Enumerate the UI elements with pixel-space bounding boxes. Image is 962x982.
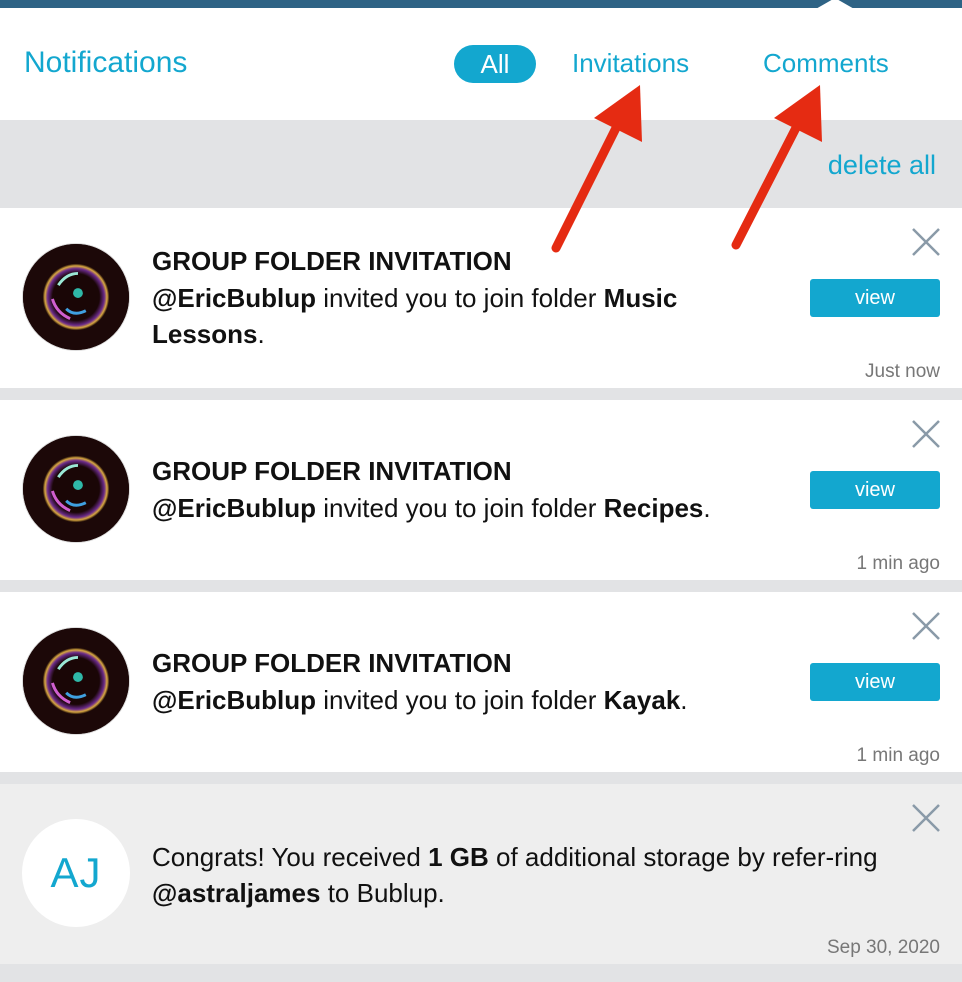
notification-text: @EricBublup invited you to join folder K… bbox=[152, 685, 688, 715]
view-button[interactable]: view bbox=[810, 663, 940, 701]
avatar: AJ bbox=[22, 819, 130, 927]
notifications-panel: Notifications All Invitations Comments d… bbox=[0, 8, 962, 982]
notification-time: 1 min ago bbox=[856, 553, 940, 574]
close-icon[interactable] bbox=[909, 609, 943, 643]
notification-text: @EricBublup invited you to join folder M… bbox=[152, 283, 678, 349]
notification-text: Congrats! You received 1 GB of additiona… bbox=[152, 842, 878, 908]
notification-title: GROUP FOLDER INVITATION bbox=[152, 456, 512, 486]
notification-time: 1 min ago bbox=[856, 745, 940, 766]
bubble-avatar-icon bbox=[22, 243, 130, 351]
view-button[interactable]: view bbox=[810, 279, 940, 317]
notification-user[interactable]: @EricBublup bbox=[152, 493, 316, 523]
notification-item: AJ Congrats! You received 1 GB of additi… bbox=[0, 784, 962, 964]
notification-item: GROUP FOLDER INVITATION @EricBublup invi… bbox=[0, 208, 962, 388]
notification-user[interactable]: @astraljames bbox=[152, 878, 320, 908]
bubble-avatar-icon bbox=[22, 435, 130, 543]
panel-title: Notifications bbox=[24, 46, 188, 79]
notification-folder: Kayak bbox=[603, 685, 681, 715]
notification-user[interactable]: @EricBublup bbox=[152, 283, 316, 313]
bubble-avatar-icon bbox=[22, 627, 130, 735]
notification-folder: Recipes bbox=[603, 493, 704, 523]
tab-comments[interactable]: Comments bbox=[763, 48, 889, 79]
delete-all-link[interactable]: delete all bbox=[828, 150, 936, 181]
close-icon[interactable] bbox=[909, 225, 943, 259]
notification-title: GROUP FOLDER INVITATION bbox=[152, 246, 512, 276]
notification-title: GROUP FOLDER INVITATION bbox=[152, 648, 512, 678]
popover-caret bbox=[814, 0, 856, 10]
tab-invitations[interactable]: Invitations bbox=[572, 48, 689, 79]
notification-item: GROUP FOLDER INVITATION @EricBublup invi… bbox=[0, 592, 962, 772]
notification-time: Just now bbox=[865, 361, 940, 382]
close-icon[interactable] bbox=[909, 801, 943, 835]
tab-all[interactable]: All bbox=[454, 45, 536, 83]
notification-time: Sep 30, 2020 bbox=[826, 937, 940, 958]
notification-user[interactable]: @EricBublup bbox=[152, 685, 316, 715]
storage-amount: 1 GB bbox=[428, 842, 489, 872]
panel-header: Notifications All Invitations Comments bbox=[0, 8, 962, 120]
notification-item: GROUP FOLDER INVITATION @EricBublup invi… bbox=[0, 400, 962, 580]
close-icon[interactable] bbox=[909, 417, 943, 451]
notification-text: @EricBublup invited you to join folder R… bbox=[152, 493, 711, 523]
view-button[interactable]: view bbox=[810, 471, 940, 509]
